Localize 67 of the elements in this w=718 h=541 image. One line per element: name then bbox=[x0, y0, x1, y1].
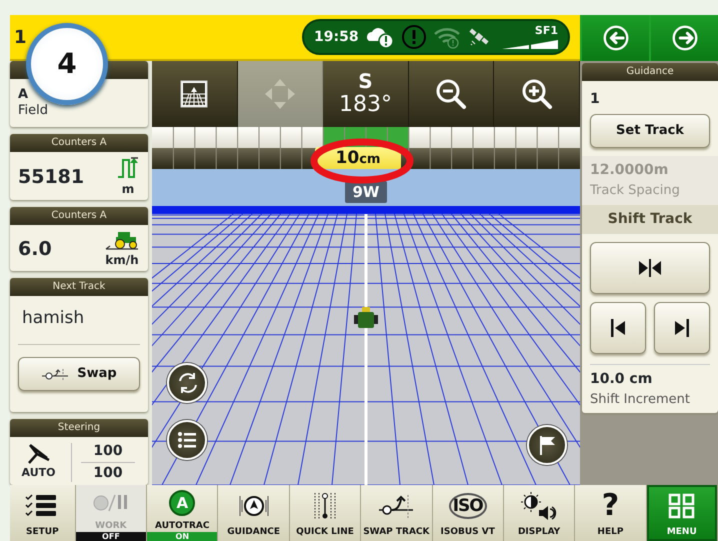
dock-button[interactable]: SWAP TRACK bbox=[361, 485, 433, 541]
page-number: 1 bbox=[14, 26, 27, 50]
alert-icon bbox=[400, 24, 427, 50]
distance-icon bbox=[116, 156, 140, 180]
zoom-in-button[interactable] bbox=[494, 61, 580, 127]
dock-button[interactable]: QUICK LINE bbox=[290, 485, 362, 541]
signal-strength-icon bbox=[502, 37, 558, 49]
field-label: A bbox=[18, 87, 28, 103]
zoom-in-icon bbox=[520, 77, 554, 111]
track-spacing-label: Track Spacing bbox=[590, 182, 681, 200]
steering-value: 100 bbox=[93, 464, 123, 483]
swap-track-icon bbox=[378, 492, 414, 520]
dock-button[interactable]: DISPLAY bbox=[504, 485, 576, 541]
zoom-out-button[interactable] bbox=[408, 61, 494, 127]
shift-increment-value: 10.0 cm bbox=[590, 370, 654, 388]
shift-left-icon bbox=[608, 318, 628, 338]
track-number: 1 bbox=[590, 90, 601, 109]
card-header: Counters A bbox=[10, 207, 148, 225]
iso-logo: ISO bbox=[448, 493, 487, 519]
shift-track-title: Shift Track bbox=[582, 204, 718, 234]
row-label: 9W bbox=[345, 181, 387, 203]
cloud-alert-icon bbox=[364, 25, 395, 49]
center-track-button[interactable] bbox=[590, 242, 710, 294]
card-header: Next Track bbox=[10, 278, 148, 296]
card-header: Guidance bbox=[582, 63, 718, 81]
set-track-button[interactable]: Set Track bbox=[590, 114, 710, 148]
help-glyph: ? bbox=[602, 491, 620, 521]
field-label: Field bbox=[18, 103, 48, 119]
card-header: Steering bbox=[10, 419, 148, 437]
shift-increment-label: Shift Increment bbox=[590, 390, 691, 408]
back-button[interactable] bbox=[580, 15, 649, 61]
state-indicator: OFF bbox=[76, 532, 146, 541]
dock-button[interactable]: SETUP bbox=[10, 485, 76, 541]
next-track-name: hamish bbox=[21, 307, 86, 330]
dock-button[interactable]: MENU bbox=[646, 485, 718, 541]
dock-button[interactable]: A AUTOTRAC ON bbox=[147, 485, 218, 541]
counter-value: 55181 bbox=[18, 164, 86, 190]
brightness-volume-icon bbox=[521, 492, 558, 520]
heading-button[interactable]: S 183° bbox=[323, 61, 409, 127]
shift-right-button[interactable] bbox=[654, 302, 710, 354]
tractor-speed-icon bbox=[104, 229, 140, 251]
counter-value: 6.0 bbox=[18, 236, 53, 262]
track-spacing-value: 12.0000m bbox=[590, 161, 670, 180]
steering-icon bbox=[26, 443, 52, 466]
dock-button[interactable]: GUIDANCE bbox=[218, 485, 290, 541]
swap-track-icon bbox=[41, 366, 70, 380]
satellite-icon bbox=[468, 27, 489, 47]
card-header: Counters A bbox=[10, 134, 148, 152]
state-indicator: ON bbox=[147, 532, 218, 541]
center-track-icon bbox=[637, 258, 663, 278]
dock-button[interactable]: ISO ISOBUS VT bbox=[432, 485, 504, 541]
clock-time: 19:58 bbox=[314, 28, 359, 46]
shift-right-icon bbox=[672, 318, 692, 338]
grid-view-icon bbox=[180, 80, 208, 108]
forward-button[interactable] bbox=[649, 15, 718, 61]
map-view-button[interactable] bbox=[152, 61, 238, 127]
gps-label: SF1 bbox=[534, 25, 558, 37]
steering-value: 100 bbox=[81, 441, 135, 463]
dock-button[interactable]: ? HELP bbox=[575, 485, 647, 541]
unit-label: m bbox=[122, 181, 134, 198]
steering-mode: AUTO bbox=[22, 465, 56, 482]
zoom-out-icon bbox=[434, 77, 468, 111]
autotrac-badge: A bbox=[169, 490, 196, 516]
shift-left-button[interactable] bbox=[590, 302, 646, 354]
unit-label: km/h bbox=[105, 252, 139, 269]
swap-button[interactable]: Swap bbox=[18, 356, 140, 390]
tractor-icon bbox=[354, 307, 378, 328]
